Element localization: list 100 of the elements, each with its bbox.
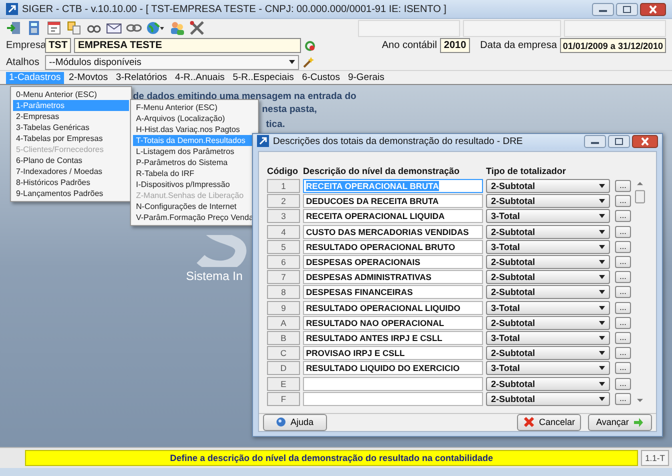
type-dropdown[interactable]: 2-Subtotal — [486, 254, 610, 269]
type-dropdown[interactable]: 2-Subtotal — [486, 376, 610, 391]
modules-dropdown[interactable]: --Módulos disponíveis — [45, 54, 299, 70]
description-field[interactable]: RESULTADO OPERACIONAL LIQUIDO — [303, 300, 483, 315]
menu-item[interactable]: L-Listagem dos Parâmetros — [133, 146, 256, 157]
description-field[interactable]: RESULTADO LIQUIDO DO EXERCICIO — [303, 361, 483, 376]
menu-bar-item[interactable]: 5-R..Especiais — [230, 72, 297, 84]
description-field[interactable]: RECEITA OPERACIONAL LIQUIDA — [303, 209, 483, 224]
wand-icon[interactable] — [302, 56, 315, 68]
background-text: nesta pasta, — [262, 104, 317, 115]
cancel-button[interactable]: Cancelar — [517, 414, 581, 431]
fiscal-year-field[interactable]: 2010 — [440, 38, 470, 53]
details-button[interactable]: ... — [615, 362, 631, 374]
description-field[interactable]: DESPESAS ADMINISTRATIVAS — [303, 270, 483, 284]
details-button[interactable]: ... — [615, 226, 631, 238]
dialog-title: Descrições dos totais da demonstração do resultado - DRE — [273, 136, 524, 147]
type-dropdown[interactable]: 2-Subtotal — [486, 346, 610, 360]
calendar-icon[interactable] — [46, 20, 62, 36]
date-range-field[interactable]: 01/01/2009 a 31/12/2010 — [560, 38, 666, 53]
calculator-icon[interactable] — [26, 20, 42, 36]
type-dropdown[interactable]: 3-Total — [486, 330, 610, 345]
exit-icon[interactable] — [6, 20, 22, 36]
details-button[interactable]: ... — [615, 256, 631, 268]
close-icon[interactable] — [640, 2, 666, 16]
menu-bar-item[interactable]: 2-Movtos — [66, 72, 111, 84]
description-field[interactable]: DESPESAS OPERACIONAIS — [303, 254, 483, 269]
globe-icon[interactable] — [146, 20, 165, 36]
background-text: de dados emitindo uma mensagem na entrada do — [133, 91, 356, 102]
description-field[interactable]: DESPESAS FINANCEIRAS — [303, 285, 483, 300]
type-dropdown[interactable]: 2-Subtotal — [486, 178, 610, 193]
menu-item[interactable]: 9-Lançamentos Padrões — [13, 188, 129, 199]
menu-bar-item[interactable]: 3-Relatórios — [112, 72, 170, 84]
menu-item[interactable]: N-Configurações de Internet — [133, 201, 256, 212]
maximize-icon[interactable] — [616, 2, 638, 16]
menu-bar-item[interactable]: 9-Gerais — [344, 72, 388, 84]
type-dropdown[interactable]: 3-Total — [486, 300, 610, 315]
screen-code: 1.1-T — [641, 450, 669, 466]
menu-item[interactable]: I-Dispositivos p/Impressão — [133, 179, 256, 190]
type-dropdown[interactable]: 2-Subtotal — [486, 270, 610, 284]
menu-item[interactable]: R-Tabela do IRF — [133, 168, 256, 179]
details-button[interactable]: ... — [615, 180, 631, 192]
menu-item[interactable]: 6-Plano de Contas — [13, 155, 129, 166]
menu-item[interactable]: 2-Empresas — [13, 111, 129, 122]
details-button[interactable]: ... — [615, 378, 631, 390]
company-name-field[interactable]: EMPRESA TESTE — [74, 38, 301, 53]
tools-icon[interactable] — [189, 20, 205, 36]
description-field[interactable] — [303, 376, 483, 391]
details-button[interactable]: ... — [615, 195, 631, 208]
menu-item[interactable]: 8-Históricos Padrões — [13, 177, 129, 188]
menu-bar-item[interactable]: 4-R..Anuais — [172, 72, 228, 84]
code-cell: C — [267, 346, 300, 360]
type-dropdown[interactable]: 2-Subtotal — [486, 194, 610, 208]
details-button[interactable]: ... — [615, 302, 631, 314]
code-cell: D — [267, 361, 300, 376]
menu-item[interactable]: 3-Tabelas Genéricas — [13, 122, 129, 133]
menu-item[interactable]: 4-Tabelas por Empresas — [13, 133, 129, 144]
details-button[interactable]: ... — [615, 271, 631, 284]
company-code-field[interactable]: TST — [45, 38, 71, 53]
menu-item[interactable]: H-Hist.das Variaç.nos Pagtos — [133, 124, 256, 135]
details-button[interactable]: ... — [615, 392, 631, 405]
type-dropdown[interactable]: 2-Subtotal — [486, 224, 610, 239]
type-dropdown[interactable]: 3-Total — [486, 361, 610, 376]
type-dropdown[interactable]: 2-Subtotal — [486, 316, 610, 330]
refresh-icon[interactable] — [304, 40, 316, 52]
minimize-icon[interactable] — [592, 2, 614, 16]
help-button[interactable]: Ajuda — [263, 414, 327, 431]
code-cell: F — [267, 392, 300, 406]
code-cell: 5 — [267, 240, 300, 254]
description-field[interactable]: CUSTO DAS MERCADORIAS VENDIDAS — [303, 224, 483, 239]
help-icon — [276, 417, 286, 428]
menu-item[interactable]: A-Arquivos (Localização) — [133, 113, 256, 124]
menu-item[interactable]: F-Menu Anterior (ESC) — [133, 102, 256, 113]
close-icon[interactable] — [632, 134, 658, 148]
description-field[interactable]: RESULTADO NAO OPERACIONAL — [303, 316, 483, 330]
details-button[interactable]: ... — [615, 316, 631, 329]
description-field[interactable]: PROVISAO IRPJ E CSLL — [303, 346, 483, 360]
menu-item[interactable]: 0-Menu Anterior (ESC) — [13, 89, 129, 100]
menu-bar-item[interactable]: 6-Custos — [298, 72, 343, 84]
type-dropdown[interactable]: 2-Subtotal — [486, 285, 610, 300]
app-icon — [6, 3, 18, 15]
next-button[interactable]: Avançar — [588, 414, 652, 431]
notes-icon[interactable] — [66, 20, 82, 36]
description-field[interactable]: RESULTADO OPERACIONAL BRUTO — [303, 240, 483, 254]
details-button[interactable]: ... — [615, 210, 631, 222]
details-button[interactable]: ... — [615, 332, 631, 344]
code-cell: 1 — [267, 178, 300, 193]
details-button[interactable]: ... — [615, 347, 631, 360]
description-field[interactable]: RESULTADO ANTES IRPJ E CSLL — [303, 330, 483, 345]
people-icon[interactable] — [169, 20, 185, 36]
menu-item[interactable]: 7-Indexadores / Moedas — [13, 166, 129, 177]
minimize-icon[interactable] — [584, 134, 606, 148]
description-field[interactable] — [303, 392, 483, 406]
description-field[interactable]: DEDUCOES DA RECEITA BRUTA — [303, 194, 483, 208]
type-dropdown[interactable]: 3-Total — [486, 240, 610, 254]
type-dropdown[interactable]: 2-Subtotal — [486, 392, 610, 406]
type-dropdown[interactable]: 3-Total — [486, 209, 610, 224]
details-button[interactable]: ... — [615, 240, 631, 253]
maximize-icon[interactable] — [608, 134, 630, 148]
menu-item[interactable]: P-Parâmetros do Sistema — [133, 157, 256, 168]
details-button[interactable]: ... — [615, 286, 631, 298]
